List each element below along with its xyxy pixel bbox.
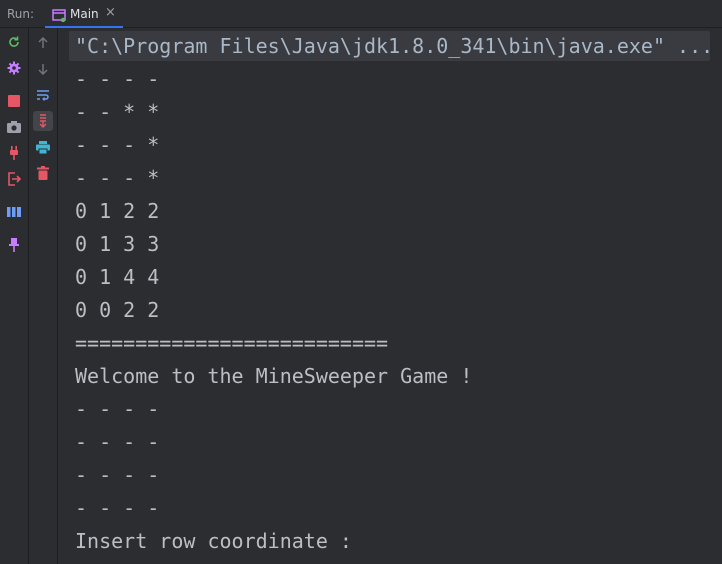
console-line: 0 1 4 4 <box>75 265 160 289</box>
trash-icon[interactable] <box>33 163 53 183</box>
console-line: 0 0 2 2 <box>75 298 160 322</box>
command-line: "C:\Program Files\Java\jdk1.8.0_341\bin\… <box>75 34 714 58</box>
application-icon <box>52 7 66 23</box>
console-line: - - - - <box>75 430 160 454</box>
welcome-message: Welcome to the MineSweeper Game ! <box>75 364 473 388</box>
console-line: 0 1 2 2 <box>75 199 160 223</box>
down-arrow-icon[interactable] <box>33 59 53 79</box>
input-prompt: Insert row coordinate : <box>75 529 352 553</box>
run-toolbar-left <box>0 28 29 564</box>
exit-icon[interactable] <box>4 169 24 189</box>
close-icon[interactable]: × <box>105 6 116 20</box>
console-line: - - - - <box>75 67 160 91</box>
tab-main-label: Main <box>70 7 99 21</box>
separator-line: ========================== <box>75 331 389 355</box>
soft-wrap-icon[interactable] <box>33 85 53 105</box>
console-output[interactable]: "C:\Program Files\Java\jdk1.8.0_341\bin\… <box>58 28 722 564</box>
tab-main[interactable]: Main × <box>45 0 123 28</box>
stop-icon[interactable] <box>4 91 24 111</box>
console-line: - - * * <box>75 100 160 124</box>
layout-icon[interactable] <box>4 202 24 222</box>
up-arrow-icon[interactable] <box>33 33 53 53</box>
plug-icon[interactable] <box>4 143 24 163</box>
console-line: - - - - <box>75 496 160 520</box>
print-icon[interactable] <box>33 137 53 157</box>
console-line: - - - - <box>75 463 160 487</box>
settings-icon[interactable] <box>4 58 24 78</box>
run-panel-header: Run: Main × <box>0 0 722 28</box>
console-line: - - - * <box>75 166 160 190</box>
rerun-icon[interactable] <box>4 32 24 52</box>
pin-icon[interactable] <box>4 235 24 255</box>
run-toolbar-right <box>29 28 58 564</box>
run-label: Run: <box>7 7 35 21</box>
camera-icon[interactable] <box>4 117 24 137</box>
console-line: - - - * <box>75 133 160 157</box>
console-line: 0 1 3 3 <box>75 232 160 256</box>
console-line: - - - - <box>75 397 160 421</box>
scroll-to-end-icon[interactable] <box>33 111 53 131</box>
